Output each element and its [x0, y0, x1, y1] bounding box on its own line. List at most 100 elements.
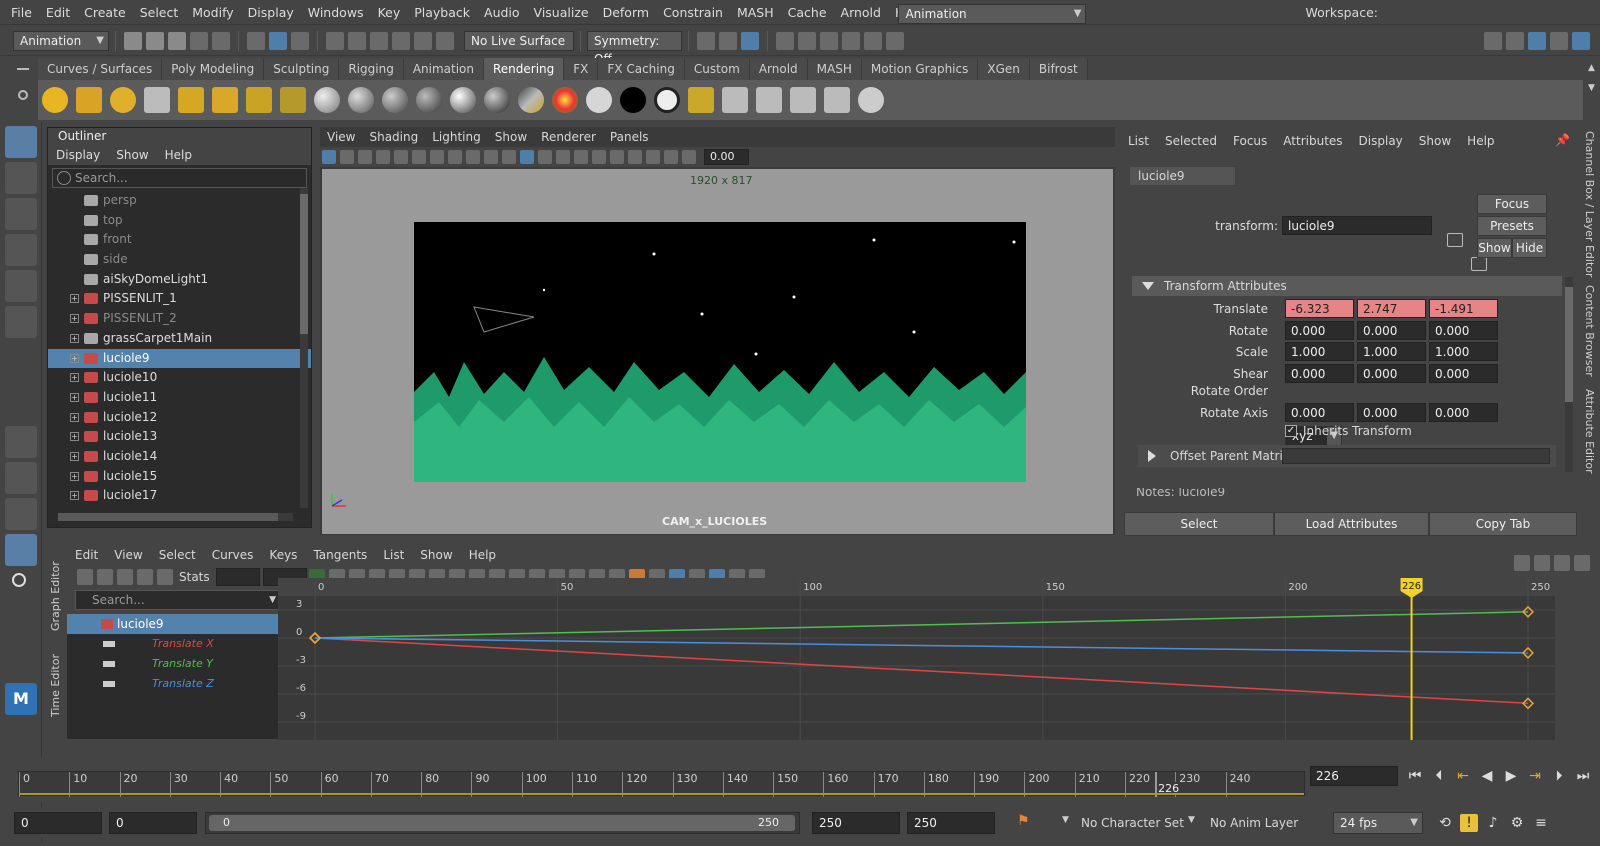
render-setup-icon[interactable]: [722, 87, 748, 113]
outliner-item[interactable]: + luciole9: [48, 348, 311, 369]
step-back-key-icon[interactable]: ⇤: [1454, 767, 1472, 785]
workspace-dropdown[interactable]: Animation ▼: [898, 4, 1087, 24]
outliner-item[interactable]: + luciole10: [48, 368, 311, 388]
graph-menu-keys[interactable]: Keys: [261, 545, 305, 565]
ambient-light-icon[interactable]: [42, 87, 68, 113]
menu-windows[interactable]: Windows: [301, 0, 371, 25]
point-light-icon[interactable]: [110, 87, 136, 113]
outliner-menu-help[interactable]: Help: [157, 145, 200, 165]
viewport-menu-renderer[interactable]: Renderer: [534, 127, 603, 147]
render-frame-icon[interactable]: [719, 31, 737, 50]
show-button[interactable]: Show: [1477, 238, 1512, 258]
expand-icon[interactable]: +: [70, 392, 79, 402]
ae-menu-help[interactable]: Help: [1459, 127, 1502, 155]
lambert-material-icon[interactable]: [314, 87, 340, 113]
go-to-end-icon[interactable]: ⏭: [1574, 767, 1592, 785]
attr-rotate-z-field[interactable]: 0.000: [1429, 320, 1498, 340]
outliner-menu-display[interactable]: Display: [48, 145, 108, 165]
play-forwards-icon[interactable]: ▶: [1502, 767, 1520, 785]
editor-tab-graph-editor[interactable]: Graph Editor: [49, 551, 62, 631]
live-surface-field[interactable]: No Live Surface: [464, 30, 574, 51]
menu-edit[interactable]: Edit: [39, 0, 77, 25]
surface-shader-icon[interactable]: [484, 87, 510, 113]
lasso-tool-icon[interactable]: [5, 162, 37, 194]
phong-material-icon[interactable]: [382, 87, 408, 113]
viewport-menu-show[interactable]: Show: [488, 127, 534, 147]
go-to-start-icon[interactable]: ⏮: [1406, 767, 1424, 785]
four-view-layout-icon[interactable]: [5, 462, 37, 494]
step-forward-key-icon[interactable]: ⇥: [1526, 767, 1544, 785]
two-view-layout-icon[interactable]: [5, 498, 37, 530]
rotate-axis-z-field[interactable]: 0.000: [1429, 403, 1498, 422]
expand-icon[interactable]: +: [70, 491, 79, 501]
time-slider-bar[interactable]: 0 10 20 30 40 50 60 70 80 90 100 110 120 130 140 150 160…: [18, 771, 1305, 797]
shelf-tab-motion-graphics[interactable]: Motion Graphics: [861, 58, 979, 80]
anim-layer-dropdown-icon[interactable]: ▼: [1188, 815, 1195, 825]
outliner-scrollbar[interactable]: [300, 188, 308, 508]
go-to-input-icon[interactable]: [1447, 233, 1463, 247]
transform-attributes-section[interactable]: Transform Attributes: [1132, 276, 1562, 296]
outliner-item[interactable]: + luciole13: [48, 427, 311, 447]
pause-render-icon[interactable]: [886, 31, 904, 50]
attr-rotate-x-field[interactable]: 0.000: [1285, 320, 1354, 340]
curve-translate-z[interactable]: [314, 637, 1529, 654]
trax-icon[interactable]: [1574, 555, 1590, 571]
new-scene-icon[interactable]: [124, 31, 142, 50]
attribute-editor-toggle-icon[interactable]: [1528, 32, 1546, 50]
ae-menu-attributes[interactable]: Attributes: [1275, 127, 1350, 155]
outline-shader-icon[interactable]: [654, 87, 680, 113]
playblast-icon[interactable]: [858, 87, 884, 113]
paint-select-tool-icon[interactable]: [5, 198, 37, 230]
image-plane-icon[interactable]: [376, 150, 390, 164]
animation-preferences-icon[interactable]: ⚙: [1508, 814, 1526, 832]
shelf-scroll-icon[interactable]: ▲ ▼: [1583, 58, 1600, 120]
gate-mask-icon[interactable]: [448, 150, 462, 164]
node-tab[interactable]: luciole9: [1130, 167, 1235, 185]
render-view-icon[interactable]: [741, 31, 759, 50]
viewport-menu-view[interactable]: View: [320, 127, 362, 147]
outliner-item[interactable]: persp: [48, 191, 311, 211]
character-set-dropdown-icon[interactable]: ▼: [1062, 815, 1069, 825]
lattice-deform-icon[interactable]: [117, 569, 133, 585]
film-gate-icon[interactable]: [412, 150, 426, 164]
outliner-search-input[interactable]: Search...: [52, 168, 307, 188]
viewport-menu-panels[interactable]: Panels: [603, 127, 656, 147]
exposure-icon[interactable]: [682, 150, 696, 164]
shelf-options-icon[interactable]: [12, 62, 34, 122]
resolution-gate-icon[interactable]: [430, 150, 444, 164]
preferences-icon[interactable]: ≡: [1532, 814, 1550, 832]
transform-name-field[interactable]: luciole9: [1282, 216, 1432, 235]
select-button[interactable]: Select: [1124, 512, 1274, 536]
outliner-hscrollbar[interactable]: [58, 513, 293, 521]
inherits-transform-checkbox[interactable]: ✓ Inherits Transform: [1285, 424, 1412, 438]
menuset-dropdown[interactable]: Animation ▼: [13, 30, 109, 51]
region-tool-icon[interactable]: [137, 569, 153, 585]
construction-history-icon[interactable]: [697, 31, 715, 50]
current-frame-field[interactable]: 226: [1310, 766, 1398, 786]
anim-layer-label[interactable]: No Anim Layer: [1210, 816, 1298, 830]
playback-start-field[interactable]: 0: [109, 812, 197, 834]
shelf-tab-rendering[interactable]: Rendering: [484, 58, 565, 80]
tool-settings-icon[interactable]: [1550, 32, 1568, 50]
play-backwards-icon[interactable]: ◀: [1478, 767, 1496, 785]
white-shader-icon[interactable]: [586, 87, 612, 113]
viewport-scene[interactable]: 1920 x 817 CAM_x_LUCIOLES: [322, 169, 1113, 534]
shelf-tab-sculpting[interactable]: Sculpting: [264, 58, 340, 80]
expand-icon[interactable]: +: [70, 451, 79, 461]
ambient-occlusion-icon[interactable]: [628, 150, 642, 164]
outliner-item[interactable]: + grassCarpet1Main: [48, 329, 311, 349]
outliner-item[interactable]: + luciole15: [48, 467, 311, 487]
render-settings-icon[interactable]: [820, 31, 838, 50]
outliner-layout-icon[interactable]: [5, 534, 37, 566]
smooth-shade-icon[interactable]: [520, 150, 534, 164]
cached-playback-icon[interactable]: !: [1460, 814, 1478, 832]
render-sequence-icon[interactable]: [688, 87, 714, 113]
blinn-material-icon[interactable]: [348, 87, 374, 113]
step-forward-frame-icon[interactable]: ⏵: [1550, 767, 1568, 785]
menu-file[interactable]: File: [4, 0, 39, 25]
depth-of-field-icon[interactable]: [664, 150, 678, 164]
scene-start-field[interactable]: 0: [14, 812, 102, 834]
viewport-menu-lighting[interactable]: Lighting: [425, 127, 488, 147]
graph-menu-help[interactable]: Help: [461, 545, 504, 565]
shelf-tab-custom[interactable]: Custom: [684, 58, 750, 80]
